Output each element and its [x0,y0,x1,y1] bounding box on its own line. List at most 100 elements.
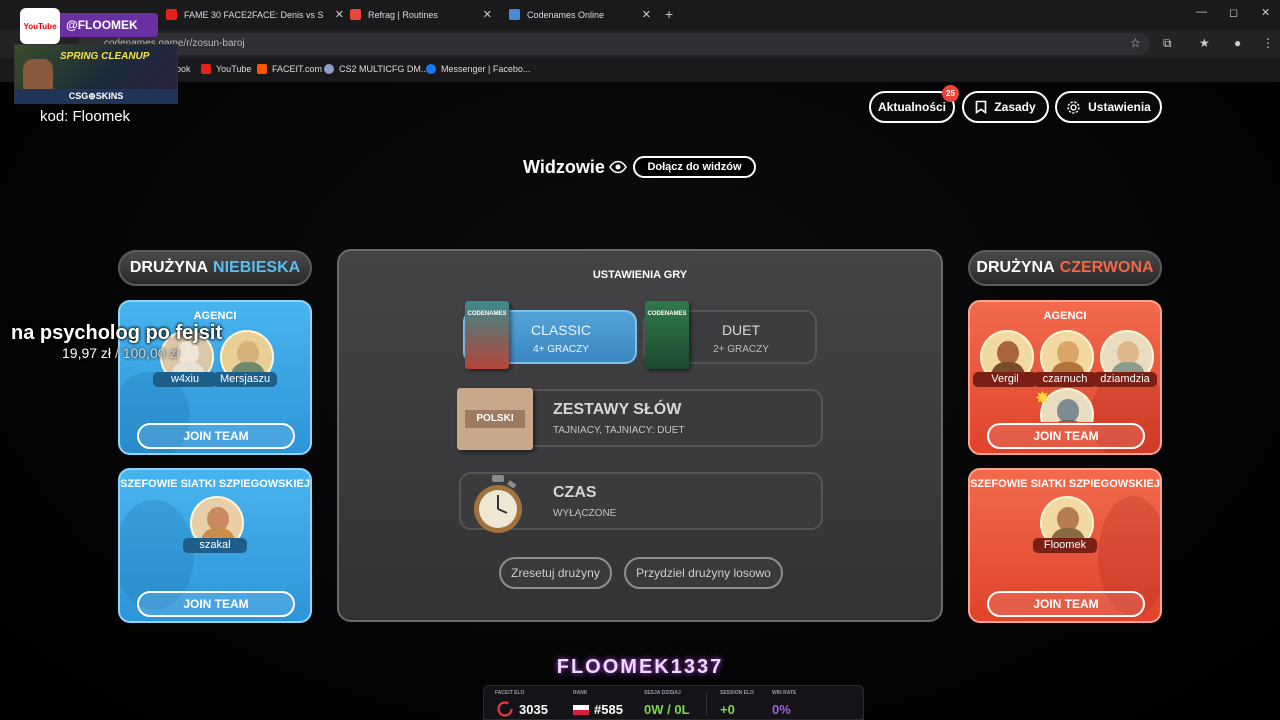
player-name: w4xiu [153,372,217,387]
timer-title: CZAS [553,484,597,501]
sponsor-brand: CSG⊕SKINS [15,89,177,103]
close-tab-icon[interactable]: ✕ [642,8,651,21]
bookmark-icon [976,100,987,114]
stat-label: WIN RATE [772,690,797,696]
word-sets-title: ZESTAWY SŁÓW [553,401,682,418]
duet-box-image: CODENAMES [645,301,689,369]
agents-title: AGENCI [1043,310,1087,322]
player-name: czarnuch [1033,372,1097,387]
sponsor-banner: SPRING CLEANUP CSG⊕SKINS [14,44,178,104]
sponsor-code: kod: Floomek [40,108,131,125]
spectators-heading: Widzowie [523,157,605,177]
player-name: Vergil [973,372,1037,387]
youtube-icon [201,64,211,74]
timer-value: WYŁĄCZONE [553,508,617,519]
close-window-icon[interactable]: ✕ [1261,6,1270,19]
randomize-teams-button[interactable]: Przydziel drużyny losowo [624,557,783,589]
reset-teams-button[interactable]: Zresetuj drużyny [499,557,612,589]
tab-title: Codenames Online [527,10,605,20]
stopwatch-icon [474,475,522,533]
stat-value: 0% [772,702,791,717]
join-spectators-button[interactable]: Dołącz do widzów [633,156,756,178]
maximize-icon[interactable]: ◻ [1229,6,1238,19]
stat-label: RANK [573,690,588,696]
bookmark-label: CS2 MULTICFG DM... [339,64,429,74]
player-vergil: Vergil [973,330,1037,390]
team-prefix: DRUŻYNA [976,259,1055,276]
player-dziamdzia: dziamdzia [1093,330,1157,390]
word-set-language: POLSKI [465,410,525,428]
stat-label: SESJA DZISIAJ [644,690,681,696]
youtube-favicon-icon [166,9,177,20]
refrag-favicon-icon [350,9,361,20]
divider [706,692,707,716]
player-name: dziamdzia [1093,372,1157,387]
player-szakal: szakal [183,496,247,556]
browser-tab-fame[interactable]: FAME 30 FACE2FACE: Denis vs S ✕ [166,4,344,26]
bookmark-messenger[interactable]: Messenger | Facebo... [426,64,530,74]
donation-amount: 19,97 zł [62,345,112,361]
bookmark-label: Messenger | Facebo... [441,64,531,74]
rules-label: Zasady [994,100,1036,114]
bookmark-youtube[interactable]: YouTube [201,64,251,74]
bookmark-star-icon[interactable]: ☆ [1130,36,1141,50]
sponsor-title: SPRING CLEANUP [60,51,150,62]
stat-value: 3035 [519,702,548,717]
close-tab-icon[interactable]: ✕ [335,8,344,21]
stat-value: +0 [720,702,735,717]
player-mersjaszu: Mersjaszu [213,330,277,390]
gear-icon [1067,100,1080,114]
facebook-icon [426,64,436,74]
join-blue-spymasters-button[interactable]: JOIN TEAM [137,591,295,617]
box-label: CODENAMES [647,311,687,317]
news-count-badge: 25 [942,85,959,102]
tab-title: Refrag | Routines [368,10,438,20]
bookmark-label: FACEIT.com [272,64,323,74]
profile-icon[interactable]: ● [1234,36,1241,50]
player-name: szakal [183,538,247,553]
settings-button[interactable]: Ustawienia [1055,91,1162,123]
player-floomek: Floomek [1033,496,1097,556]
eye-icon [609,160,627,174]
team-prefix: DRUŻYNA [129,259,209,276]
join-red-spymasters-button[interactable]: JOIN TEAM [987,591,1145,617]
red-team-header: DRUŻYNA CZERWONA [968,250,1162,286]
close-tab-icon[interactable]: ✕ [483,8,492,21]
spymasters-title: SZEFOWIE SIATKI SZPIEGOWSKIEJ [120,478,310,490]
menu-icon[interactable]: ⋮ [1262,36,1274,50]
classic-box-image: CODENAMES [465,301,509,369]
new-tab-button[interactable]: + [665,6,673,22]
browser-tab-codenames[interactable]: Codenames Online ✕ [509,4,651,26]
news-button[interactable]: Aktualności 25 [869,85,959,123]
browser-tab-refrag[interactable]: Refrag | Routines ✕ [350,4,492,26]
tab-title: FAME 30 FACE2FACE: Denis vs S [184,10,324,20]
rules-button[interactable]: Zasady [962,91,1049,123]
channel-handle: @FLOOMEK [60,13,158,37]
globe-icon [324,64,334,74]
extensions-icon[interactable]: ⧉ [1163,36,1172,51]
minimize-icon[interactable]: — [1196,6,1207,18]
favorites-icon[interactable]: ★ [1199,36,1210,50]
join-blue-agents-button[interactable]: JOIN TEAM [137,423,295,449]
bookmark-label: YouTube [216,64,252,74]
donation-message: na psycholog po fejsit [11,322,223,344]
bookmark-faceit[interactable]: FACEIT.com [257,64,322,74]
bookmarks-bar [0,58,1280,82]
streamer-avatar [23,59,53,91]
word-sets-value: TAJNIACY, TAJNIACY: DUET [553,425,685,436]
stat-label: FACEIT ELO [495,690,525,696]
game-settings-title: USTAWIENIA GRY [592,269,688,281]
codenames-favicon-icon [509,9,520,20]
faceit-stats-bar: FACEIT ELO 3035 RANK #585 SESJA DZISIAJ … [483,685,864,720]
browser-tab-strip: FAME 30 FACE2FACE: Denis vs S ✕ Refrag |… [0,0,1280,30]
bookmark-facebook[interactable]: ook [176,64,191,74]
star-burst-icon: ✸ [1035,388,1051,408]
bookmark-cs2[interactable]: CS2 MULTICFG DM... [324,64,428,74]
settings-label: Ustawienia [1088,100,1151,114]
spymasters-title: SZEFOWIE SIATKI SZPIEGOWSKIEJ [970,478,1160,490]
join-red-agents-button[interactable]: JOIN TEAM [987,423,1145,449]
donation-progress: 19,97 zł / 100,00 zł [62,345,180,361]
word-set-box-image: POLSKI [457,388,533,450]
team-color-word: NIEBIESKA [213,259,301,276]
blue-spymasters-card: SZEFOWIE SIATKI SZPIEGOWSKIEJ szakal JOI… [118,468,312,623]
